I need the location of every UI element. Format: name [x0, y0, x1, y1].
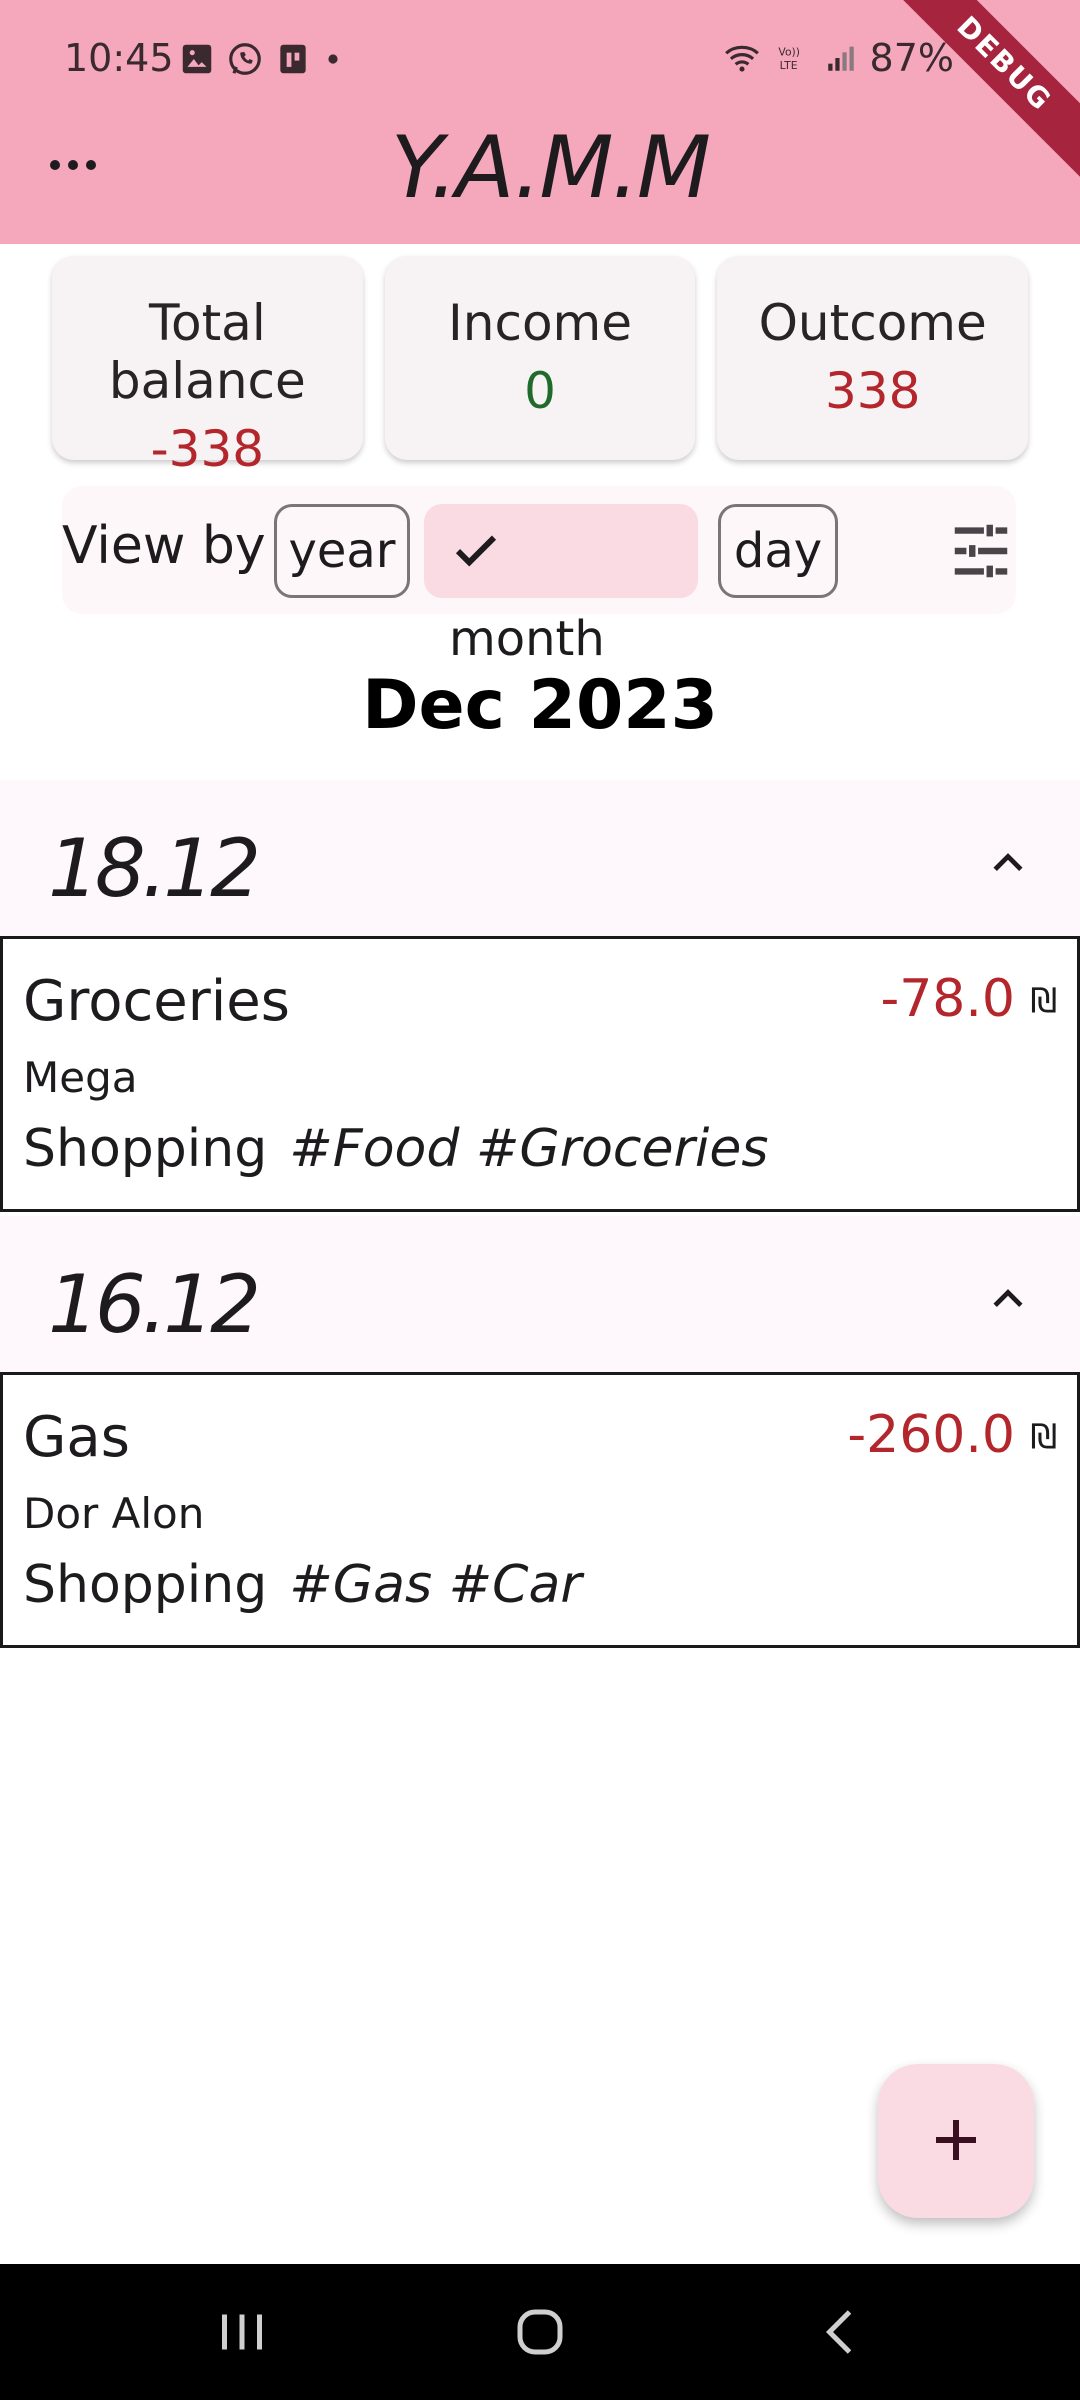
chevron-up-icon[interactable] [986, 840, 1030, 884]
transaction-meta: Shopping #Gas #Car [23, 1555, 582, 1615]
back-icon[interactable] [812, 2302, 872, 2362]
add-icon [936, 2119, 976, 2160]
view-by-day-chip[interactable]: day [718, 504, 838, 598]
outcome-label: Outcome [758, 294, 987, 352]
view-by-label: View by [62, 516, 266, 576]
transaction-amount: -260.0 [847, 1405, 1015, 1465]
outcome-value: 338 [824, 362, 921, 420]
volte-icon: Vo))LTE [778, 46, 800, 72]
day-chip-label: day [733, 523, 823, 579]
add-transaction-button[interactable] [878, 2064, 1034, 2218]
wifi-icon [724, 45, 759, 72]
transaction-title: Gas [23, 1405, 130, 1470]
transaction-category: Shopping [23, 1555, 268, 1615]
day-date: 16.12 [48, 1258, 261, 1351]
status-notification-icons [178, 40, 344, 78]
dot-icon [328, 54, 338, 64]
transaction-category: Shopping [23, 1119, 268, 1179]
total-balance-card: Total balance -338 [52, 256, 363, 478]
income-label: Income [448, 294, 632, 352]
day-date: 18.12 [48, 822, 261, 915]
status-time: 10:45 [64, 36, 174, 80]
svg-text:Vo)): Vo)) [778, 46, 800, 59]
day-group-header[interactable]: 18.12 [0, 780, 1080, 940]
summary-cards: Total balance -338 Income 0 Outcome 338 [52, 256, 1029, 478]
period-title: Dec 2023 [362, 666, 718, 745]
app-title: Y.A.M.M [390, 118, 711, 218]
transaction-item[interactable]: Gas Dor Alon Shopping #Gas #Car -260.0 ₪ [0, 1372, 1080, 1648]
recents-icon[interactable] [212, 2302, 272, 2362]
currency-symbol: ₪ [1030, 1417, 1057, 1457]
sim-icon [280, 44, 306, 74]
total-balance-value: -338 [150, 420, 265, 478]
transaction-amount: -78.0 [880, 969, 1015, 1029]
year-chip-label: year [288, 523, 396, 579]
signal-icon [827, 46, 854, 71]
view-by-bar: View by year month day [62, 486, 1016, 667]
battery-level: 87% [869, 36, 954, 80]
whatsapp-icon [229, 43, 261, 75]
tune-icon[interactable] [946, 516, 1016, 586]
month-chip-label: month [449, 611, 605, 667]
svg-text:LTE: LTE [779, 59, 797, 72]
view-by-year-chip[interactable]: year [274, 504, 410, 598]
transaction-vendor: Dor Alon [23, 1489, 205, 1538]
transaction-vendor: Mega [23, 1053, 138, 1102]
income-value: 0 [524, 362, 556, 420]
gallery-icon [182, 44, 212, 74]
home-icon[interactable] [510, 2302, 570, 2362]
outcome-card: Outcome 338 [717, 256, 1029, 460]
app-bar: 10:45 Vo)) LTE 87% DEBUG Y.A.M.M [0, 0, 1080, 244]
total-balance-label: Total balance [108, 294, 306, 410]
currency-symbol: ₪ [1030, 981, 1057, 1021]
transaction-tags: #Food #Groceries [289, 1119, 769, 1179]
day-group-header[interactable]: 16.12 [0, 1216, 1080, 1376]
view-by-month-chip[interactable]: month [424, 504, 698, 667]
transaction-title: Groceries [23, 969, 290, 1034]
transaction-meta: Shopping #Food #Groceries [23, 1119, 768, 1179]
income-card: Income 0 [384, 256, 696, 460]
transaction-item[interactable]: Groceries Mega Shopping #Food #Groceries … [0, 936, 1080, 1212]
system-nav-bar [0, 2264, 1080, 2400]
transaction-tags: #Gas #Car [289, 1555, 582, 1615]
chevron-up-icon[interactable] [986, 1276, 1030, 1320]
check-icon [455, 535, 497, 567]
